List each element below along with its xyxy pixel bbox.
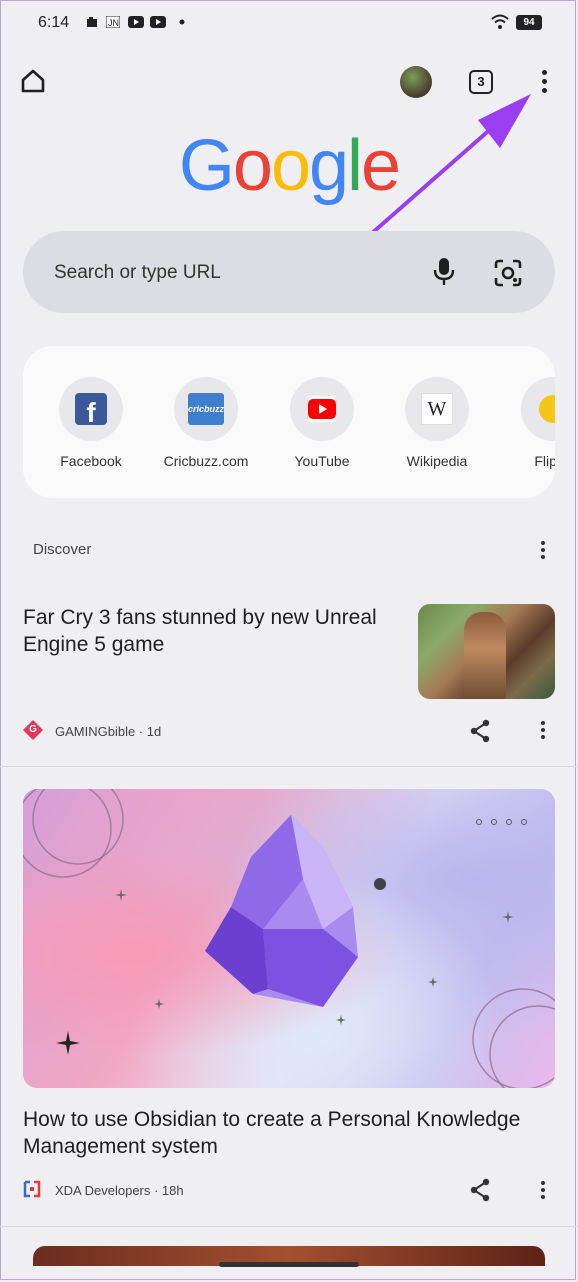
xda-logo-icon: [23, 1180, 41, 1198]
shortcut-label: YouTube: [294, 453, 350, 469]
shortcut-wikipedia[interactable]: W Wikipedia: [382, 377, 492, 469]
gamingbible-logo-icon: G: [23, 720, 43, 740]
shortcut-facebook[interactable]: f Facebook: [36, 377, 146, 469]
shortcut-label: Cricbuzz.com: [163, 453, 249, 469]
shortcut-icon-circle: W: [405, 377, 469, 441]
shortcut-label: Facebook: [60, 453, 122, 469]
logo-letter: o: [270, 126, 311, 206]
flipkart-icon: [539, 395, 555, 423]
article-hero-image[interactable]: [23, 789, 555, 1088]
article-source: XDA Developers · 18h: [55, 1183, 184, 1198]
shortcut-cricbuzz[interactable]: cricbuzz Cricbuzz.com: [151, 377, 261, 469]
gesture-handle[interactable]: [219, 1262, 359, 1267]
cricbuzz-icon: cricbuzz: [188, 393, 224, 425]
article-title[interactable]: How to use Obsidian to create a Personal…: [23, 1106, 563, 1160]
article-menu-icon[interactable]: [541, 1181, 547, 1202]
facebook-icon: f: [75, 393, 107, 428]
google-logo: Google: [0, 126, 578, 206]
divider: [0, 766, 578, 767]
shortcut-youtube[interactable]: YouTube: [267, 377, 377, 469]
logo-letter: g: [309, 126, 349, 206]
shortcut-flipkart[interactable]: Flipka: [498, 377, 555, 469]
youtube-icon: [308, 396, 336, 422]
google-lens-icon[interactable]: [494, 259, 522, 287]
shortcut-icon-circle: f: [59, 377, 123, 441]
logo-letter: e: [361, 126, 401, 206]
logo-letter: G: [178, 126, 235, 206]
shortcuts-panel: f Facebook cricbuzz Cricbuzz.com YouTube…: [23, 346, 555, 498]
obsidian-illustration: [23, 789, 555, 1088]
shortcut-icon-circle: [521, 377, 555, 441]
shortcut-label: Wikipedia: [406, 453, 468, 469]
divider: [0, 1226, 578, 1227]
article-thumbnail[interactable]: [418, 604, 555, 699]
article-source: GAMINGbible · 1d: [55, 724, 162, 739]
discover-menu-icon[interactable]: [541, 541, 547, 562]
shortcut-label: Flipka: [534, 453, 555, 469]
article-menu-icon[interactable]: [541, 721, 547, 742]
microphone-icon[interactable]: [433, 257, 455, 287]
shortcut-icon-circle: cricbuzz: [174, 377, 238, 441]
search-placeholder[interactable]: Search or type URL: [54, 262, 221, 284]
logo-letter: l: [347, 126, 363, 206]
shortcut-icon-circle: [290, 377, 354, 441]
logo-letter: o: [232, 126, 273, 206]
share-icon[interactable]: [469, 1178, 491, 1202]
article-title[interactable]: Far Cry 3 fans stunned by new Unreal Eng…: [23, 604, 403, 658]
share-icon[interactable]: [469, 719, 491, 743]
discover-heading: Discover: [33, 541, 92, 558]
wikipedia-icon: W: [421, 393, 453, 425]
search-box[interactable]: Search or type URL: [23, 231, 555, 313]
